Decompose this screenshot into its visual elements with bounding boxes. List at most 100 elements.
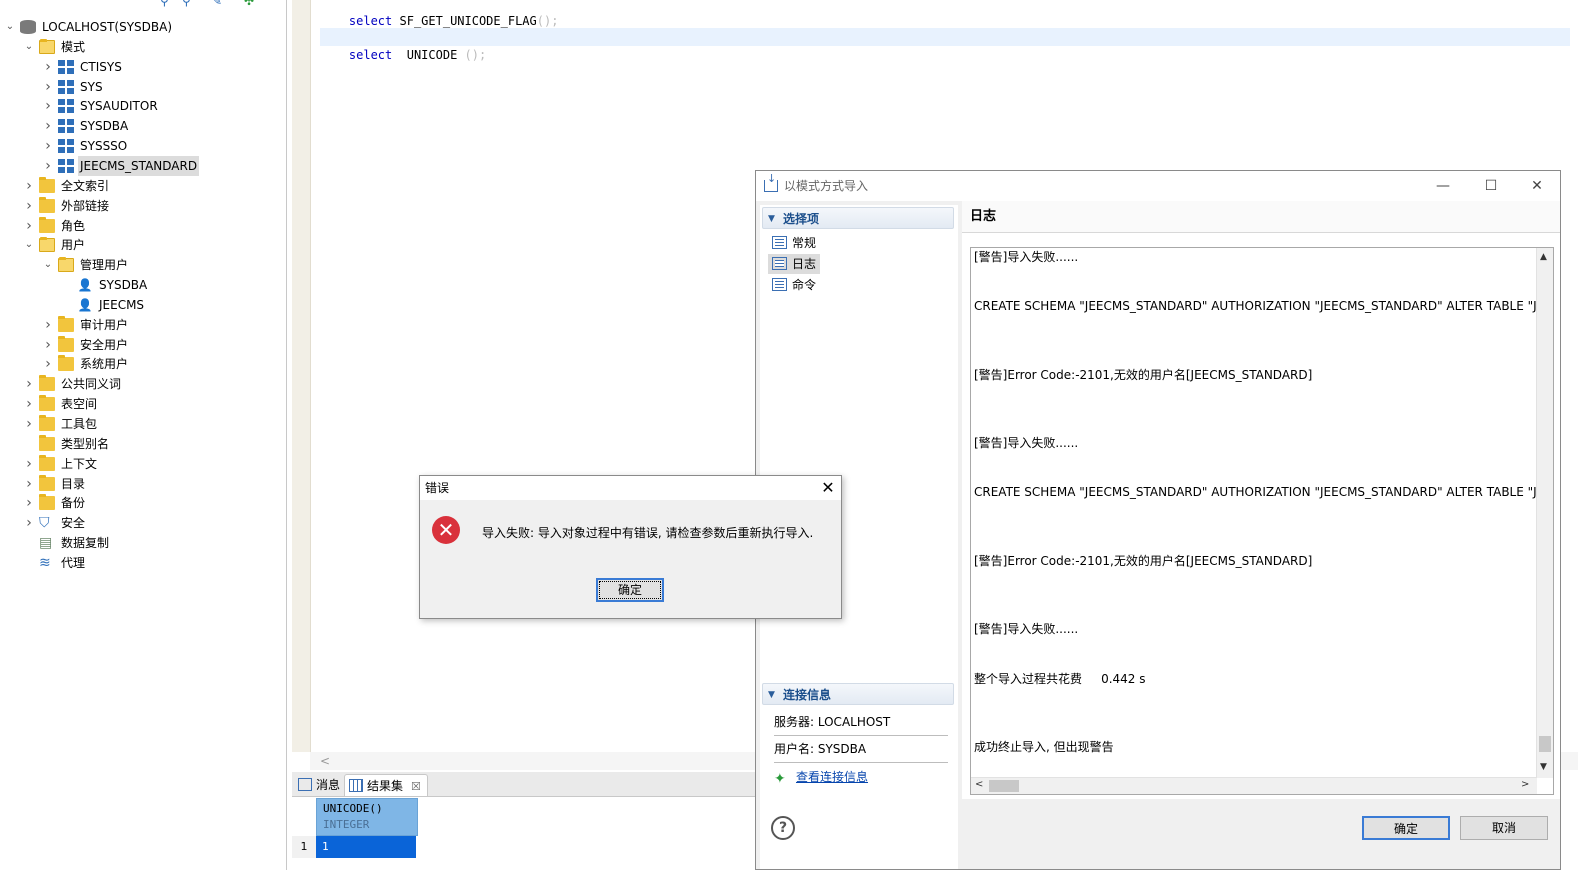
- chevron-right-icon[interactable]: ›: [42, 335, 54, 355]
- chevron-down-icon[interactable]: ⌄: [23, 235, 35, 255]
- scroll-up-icon[interactable]: ▲: [1540, 252, 1547, 262]
- chevron-right-icon[interactable]: ›: [23, 493, 35, 513]
- tree-node[interactable]: ⌄ 模式: [23, 37, 284, 57]
- log-horizontal-scrollbar[interactable]: < >: [971, 777, 1537, 794]
- chevron-down-icon[interactable]: ⌄: [4, 17, 16, 37]
- chevron-right-icon[interactable]: ›: [23, 196, 35, 216]
- folder-icon: [58, 355, 74, 372]
- row-number[interactable]: 1: [292, 836, 316, 858]
- scroll-left-icon[interactable]: <: [975, 779, 983, 790]
- refresh-tree-icon[interactable]: ✣: [244, 0, 260, 10]
- code-line-2[interactable]: select UNICODE ();: [320, 28, 1570, 62]
- tree-node[interactable]: › 系统用户: [42, 354, 284, 374]
- close-icon[interactable]: ✕: [816, 476, 840, 500]
- scroll-thumb[interactable]: [1539, 736, 1551, 752]
- tree-node[interactable]: › 全文索引: [23, 176, 284, 196]
- chevron-right-icon[interactable]: ›: [23, 414, 35, 434]
- ok-button[interactable]: 确定: [1362, 816, 1450, 840]
- chevron-down-icon[interactable]: ⌄: [42, 255, 54, 275]
- scroll-thumb[interactable]: [989, 780, 1019, 792]
- scroll-down-icon[interactable]: ▼: [1540, 762, 1547, 772]
- disconnect-icon[interactable]: ⚲: [182, 0, 198, 10]
- ok-button[interactable]: 确定: [596, 578, 664, 602]
- chevron-right-icon[interactable]: ›: [42, 136, 54, 156]
- nav-item-log[interactable]: 日志: [768, 254, 821, 274]
- view-connection-link[interactable]: ✦ 查看连接信息: [774, 767, 868, 787]
- chevron-right-icon[interactable]: ›: [23, 474, 35, 494]
- chevron-right-icon[interactable]: ›: [23, 454, 35, 474]
- minimize-icon[interactable]: —: [1420, 171, 1466, 201]
- chevron-right-icon[interactable]: ›: [23, 374, 35, 394]
- help-icon[interactable]: ?: [771, 816, 795, 840]
- import-schema-dialog: 以模式方式导入 — ☐ ✕ ▼ 选择项 常规 日志 命令 ▼ 连接信息 服务器:…: [755, 170, 1561, 870]
- code-line-1[interactable]: select SF_GET_UNICODE_FLAG();: [320, 0, 559, 28]
- close-icon[interactable]: ✕: [1514, 171, 1560, 201]
- tree-node[interactable]: › 安全用户: [42, 335, 284, 355]
- chevron-down-icon: ▼: [768, 214, 775, 224]
- connect-icon[interactable]: ⚲: [160, 0, 176, 10]
- tree-node[interactable]: 类型别名: [23, 434, 284, 454]
- tree-node[interactable]: › SYSSSO: [42, 136, 284, 156]
- agent-icon: ≋: [39, 554, 51, 571]
- folder-icon: [39, 474, 55, 491]
- tree-node[interactable]: ≋ 代理: [23, 553, 284, 573]
- chevron-right-icon[interactable]: ›: [23, 513, 35, 533]
- nav-item-general[interactable]: 常规: [768, 233, 820, 253]
- tree-node-label: CTISYS: [80, 59, 122, 74]
- tree-node[interactable]: › 外部链接: [23, 196, 284, 216]
- tree-node[interactable]: ▤ 数据复制: [23, 533, 284, 553]
- tree-node[interactable]: › 表空间: [23, 394, 284, 414]
- tree-node[interactable]: › 角色: [23, 216, 284, 236]
- page-title: 日志: [962, 201, 1560, 233]
- chevron-down-icon[interactable]: ⌄: [23, 37, 35, 57]
- tree-node[interactable]: › 备份: [23, 493, 284, 513]
- tree-node[interactable]: › SYSAUDITOR: [42, 96, 284, 116]
- log-vertical-scrollbar[interactable]: ▲ ▼: [1536, 248, 1553, 778]
- tab-messages[interactable]: 消息: [294, 774, 346, 796]
- tree-node[interactable]: ⌄ 管理用户: [42, 255, 284, 275]
- tree-node[interactable]: › 公共同义词: [23, 374, 284, 394]
- cancel-button[interactable]: 取消: [1460, 816, 1548, 840]
- tree-node[interactable]: › 审计用户: [42, 315, 284, 335]
- tree-node[interactable]: 👤 SYSDBA: [61, 275, 284, 295]
- chevron-right-icon[interactable]: ›: [42, 354, 54, 374]
- chevron-right-icon[interactable]: ›: [42, 156, 54, 176]
- log-textarea[interactable]: [警告]导入失败...... CREATE SCHEMA "JEECMS_STA…: [970, 247, 1554, 795]
- tree-node[interactable]: › CTISYS: [42, 57, 284, 77]
- new-query-icon[interactable]: ✎: [212, 0, 228, 10]
- log-line: [警告]导入失败......: [974, 250, 1079, 264]
- tree-node[interactable]: › ⛉ 安全: [23, 513, 284, 533]
- sql-parens: ();: [536, 14, 559, 28]
- close-tab-icon[interactable]: ☒: [411, 780, 421, 793]
- tree-node[interactable]: ⌄ 用户: [23, 235, 284, 255]
- tree-node-label: 用户: [61, 238, 86, 253]
- chevron-right-icon[interactable]: ›: [23, 394, 35, 414]
- scroll-left-arrow-icon[interactable]: <: [320, 754, 330, 768]
- result-cell[interactable]: 1: [316, 836, 416, 858]
- folder-icon: [39, 196, 55, 213]
- tree-node[interactable]: ⌄ LOCALHOST(SYSDBA): [4, 17, 284, 37]
- scroll-right-icon[interactable]: >: [1521, 779, 1529, 790]
- chevron-right-icon[interactable]: ›: [42, 116, 54, 136]
- options-section-header[interactable]: ▼ 选择项: [762, 207, 954, 229]
- tree-node[interactable]: › 目录: [23, 474, 284, 494]
- chevron-right-icon[interactable]: ›: [23, 216, 35, 236]
- tree-node[interactable]: › 工具包: [23, 414, 284, 434]
- chevron-right-icon[interactable]: ›: [42, 96, 54, 116]
- chevron-right-icon[interactable]: ›: [42, 315, 54, 335]
- tab-result-set[interactable]: 结果集 ☒: [344, 774, 428, 796]
- tree-node[interactable]: › SYSDBA: [42, 116, 284, 136]
- tree-node-label: 全文索引: [61, 178, 110, 193]
- tree-node-label: 类型别名: [61, 436, 110, 451]
- tree-node[interactable]: › 上下文: [23, 454, 284, 474]
- tree-node[interactable]: › JEECMS_STANDARD: [42, 155, 284, 176]
- tree-node[interactable]: › SYS: [42, 77, 284, 97]
- tree-node[interactable]: 👤 JEECMS: [61, 295, 284, 315]
- maximize-icon[interactable]: ☐: [1468, 171, 1514, 201]
- chevron-right-icon[interactable]: ›: [42, 57, 54, 77]
- column-header[interactable]: UNICODE() INTEGER: [316, 798, 418, 836]
- chevron-right-icon[interactable]: ›: [23, 176, 35, 196]
- nav-item-command[interactable]: 命令: [768, 275, 820, 295]
- chevron-right-icon[interactable]: ›: [42, 77, 54, 97]
- connection-section-header[interactable]: ▼ 连接信息: [762, 683, 954, 705]
